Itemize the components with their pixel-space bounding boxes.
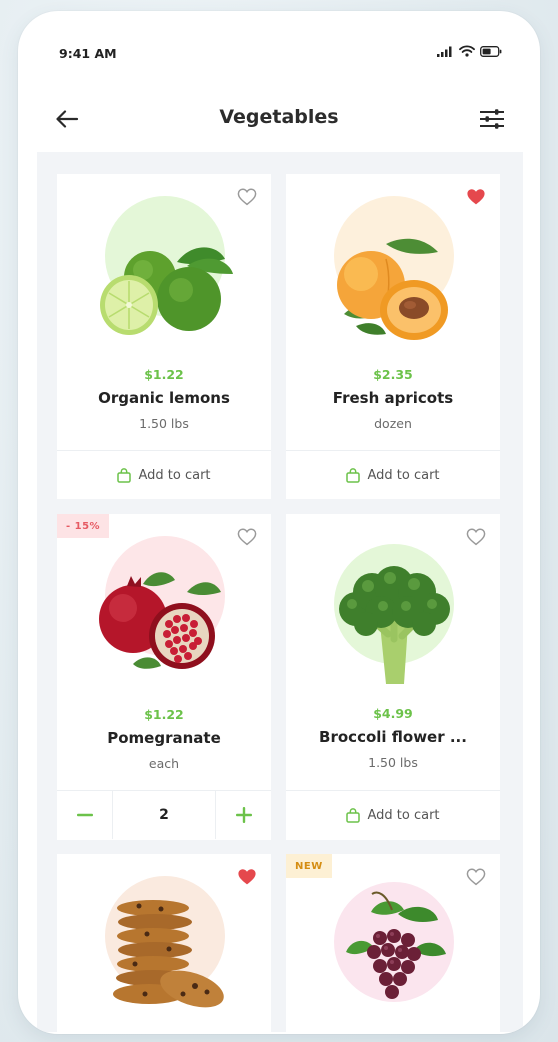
product-grid: $1.22 Organic lemons 1.50 lbs Add to car…	[37, 152, 523, 1032]
heart-outline-icon	[466, 528, 486, 546]
quantity-value: 2	[112, 791, 216, 839]
new-badge: NEW	[286, 854, 332, 878]
favorite-toggle[interactable]	[466, 868, 486, 886]
product-unit: dozen	[374, 416, 412, 431]
favorite-toggle[interactable]	[237, 188, 257, 206]
heart-filled-icon	[467, 189, 485, 205]
product-name: Organic lemons	[98, 389, 230, 407]
product-unit: 1.50 lbs	[368, 755, 418, 770]
heart-outline-icon	[237, 528, 257, 546]
filter-button[interactable]	[478, 105, 506, 133]
shopping-bag-icon	[117, 467, 132, 483]
add-to-cart-label: Add to cart	[138, 467, 211, 483]
add-to-cart-button[interactable]: Add to cart	[286, 791, 500, 839]
product-name: Broccoli flower ...	[319, 728, 467, 746]
status-icons	[437, 45, 502, 57]
add-to-cart-label: Add to cart	[367, 467, 440, 483]
heart-filled-icon	[238, 869, 256, 885]
sliders-icon	[480, 109, 504, 129]
card-footer: Add to cart	[286, 790, 500, 839]
card-footer: Add to cart	[286, 450, 500, 499]
quantity-stepper: 2	[57, 791, 271, 839]
wifi-icon	[459, 45, 475, 57]
discount-badge: - 15%	[57, 514, 110, 538]
product-price: $4.99	[373, 706, 413, 721]
favorite-toggle[interactable]	[237, 868, 257, 886]
minus-icon	[76, 813, 93, 817]
product-price: $1.22	[144, 707, 184, 722]
product-name: Fresh apricots	[332, 389, 454, 407]
product-card-pomegranate[interactable]: - 15% $1.22 Pomegranate each 2	[57, 514, 271, 840]
battery-icon	[480, 45, 502, 57]
card-footer: 2	[57, 790, 271, 839]
favorite-toggle[interactable]	[466, 188, 486, 206]
product-price: $2.35	[373, 367, 413, 382]
product-card-organic-lemons[interactable]: $1.22 Organic lemons 1.50 lbs Add to car…	[57, 174, 271, 499]
add-to-cart-button[interactable]: Add to cart	[57, 451, 271, 499]
increase-quantity-button[interactable]	[216, 791, 271, 839]
cellular-signal-icon	[437, 46, 452, 57]
add-to-cart-button[interactable]: Add to cart	[286, 451, 500, 499]
favorite-toggle[interactable]	[237, 528, 257, 546]
product-price: $1.22	[144, 367, 184, 382]
favorite-toggle[interactable]	[466, 528, 486, 546]
decrease-quantity-button[interactable]	[57, 791, 112, 839]
shopping-bag-icon	[346, 467, 361, 483]
product-card-fresh-apricots[interactable]: $2.35 Fresh apricots dozen Add to cart	[286, 174, 500, 499]
add-to-cart-label: Add to cart	[367, 807, 440, 823]
status-time: 9:41 AM	[59, 46, 117, 61]
card-footer: Add to cart	[57, 450, 271, 499]
product-card-cookies[interactable]	[57, 854, 271, 1032]
heart-outline-icon	[237, 188, 257, 206]
navigation-bar: Vegetables	[18, 89, 540, 149]
phone-frame: 9:41 AM Vegetables $1.22 Organic lemons …	[18, 11, 540, 1034]
product-name: Pomegranate	[107, 729, 221, 747]
product-unit: each	[148, 756, 180, 771]
product-unit: 1.50 lbs	[139, 416, 189, 431]
plus-icon	[235, 807, 252, 823]
product-card-broccoli-flower[interactable]: $4.99 Broccoli flower ... 1.50 lbs Add t…	[286, 514, 500, 840]
product-card-grapes[interactable]: NEW	[286, 854, 500, 1032]
page-title: Vegetables	[219, 106, 339, 128]
shopping-bag-icon	[346, 807, 361, 823]
status-bar: 9:41 AM	[18, 11, 540, 91]
heart-outline-icon	[466, 868, 486, 886]
